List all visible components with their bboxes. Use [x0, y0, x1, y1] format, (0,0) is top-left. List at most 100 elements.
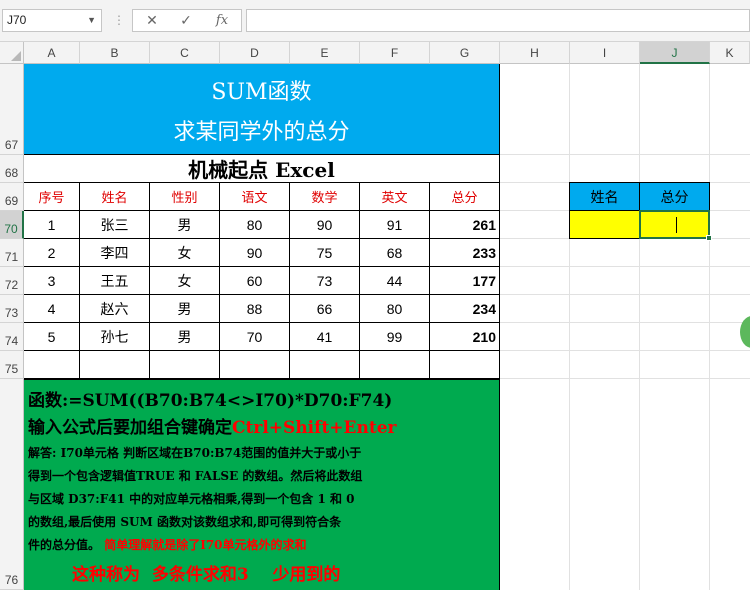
- table-cell[interactable]: 99: [360, 323, 430, 351]
- column-header-g[interactable]: G: [430, 42, 500, 64]
- table-header-name[interactable]: 姓名: [80, 183, 150, 211]
- table-cell[interactable]: [80, 351, 150, 379]
- table-cell[interactable]: 80: [220, 211, 290, 239]
- row-header-71[interactable]: 71: [0, 239, 24, 267]
- table-cell[interactable]: 91: [360, 211, 430, 239]
- table-cell[interactable]: [220, 351, 290, 379]
- explain-para-4: 的数组,最后使用 SUM 函数对该数组求和,即可得到符合条: [28, 515, 342, 529]
- table-cell[interactable]: 44: [360, 267, 430, 295]
- table-cell[interactable]: 2: [24, 239, 80, 267]
- column-header-c[interactable]: C: [150, 42, 220, 64]
- shortcut-line-text: 输入公式后要加组合键确定: [28, 418, 232, 438]
- table-header-gender[interactable]: 性别: [150, 183, 220, 211]
- table-cell[interactable]: 李四: [80, 239, 150, 267]
- table-cell[interactable]: 5: [24, 323, 80, 351]
- table-header-english[interactable]: 英文: [360, 183, 430, 211]
- table-cell[interactable]: 90: [290, 211, 360, 239]
- lookup-total-cell-active[interactable]: [639, 210, 710, 239]
- table-header-chinese[interactable]: 语文: [220, 183, 290, 211]
- explain-para-5: 件的总分值。 简单理解就是除了I70单元格外的求和: [28, 536, 307, 553]
- title-line-1: SUM函数: [211, 80, 312, 105]
- row-header-69[interactable]: 69: [0, 183, 24, 211]
- table-cell-total[interactable]: 261: [430, 211, 500, 239]
- insert-function-icon[interactable]: fx: [208, 9, 236, 32]
- table-cell[interactable]: 90: [220, 239, 290, 267]
- row-header-73[interactable]: 73: [0, 295, 24, 323]
- formula-input[interactable]: [246, 9, 750, 32]
- table-cell[interactable]: 70: [220, 323, 290, 351]
- table-header-total[interactable]: 总分: [430, 183, 500, 211]
- row-header-75[interactable]: 75: [0, 351, 24, 379]
- column-header-e[interactable]: E: [290, 42, 360, 64]
- table-cell[interactable]: 男: [150, 295, 220, 323]
- table-cell[interactable]: 赵六: [80, 295, 150, 323]
- floating-shape: [740, 316, 750, 348]
- explain-para-5-highlight: 简单理解就是除了I70单元格外的求和: [104, 538, 307, 552]
- column-header-i[interactable]: I: [570, 42, 640, 64]
- column-header-h[interactable]: H: [500, 42, 570, 64]
- column-header-b[interactable]: B: [80, 42, 150, 64]
- table-cell[interactable]: 男: [150, 323, 220, 351]
- row-header-67[interactable]: 67: [0, 64, 24, 155]
- explanation-panel: 函数:=SUM((B70:B74<>I70)*D70:F74) 输入公式后要加组…: [24, 379, 500, 590]
- table-cell-total[interactable]: 177: [430, 267, 500, 295]
- explain-para-1: 解答: I70单元格 判断区域在B70:B74范围的值并大于或小于: [28, 446, 362, 460]
- row-header-72[interactable]: 72: [0, 267, 24, 295]
- shortcut-keys: Ctrl+Shift+Enter: [232, 418, 397, 438]
- table-cell[interactable]: 王五: [80, 267, 150, 295]
- table-cell-total[interactable]: 233: [430, 239, 500, 267]
- shortcut-line: 输入公式后要加组合键确定Ctrl+Shift+Enter: [28, 413, 397, 438]
- fill-handle[interactable]: [706, 235, 712, 241]
- name-box[interactable]: J70 ▼: [2, 9, 102, 32]
- row-header-76[interactable]: 76: [0, 379, 24, 590]
- formula-line: 函数:=SUM((B70:B74<>I70)*D70:F74): [28, 391, 393, 411]
- table-header-math[interactable]: 数学: [290, 183, 360, 211]
- enter-icon[interactable]: ✓: [172, 9, 200, 32]
- table-cell[interactable]: 60: [220, 267, 290, 295]
- column-header-k[interactable]: K: [710, 42, 750, 64]
- table-cell[interactable]: 75: [290, 239, 360, 267]
- table-cell[interactable]: [290, 351, 360, 379]
- chevron-down-icon[interactable]: ▼: [87, 10, 96, 31]
- table-cell[interactable]: [430, 351, 500, 379]
- lookup-header-total[interactable]: 总分: [640, 183, 709, 210]
- column-header-f[interactable]: F: [360, 42, 430, 64]
- table-cell-total[interactable]: 234: [430, 295, 500, 323]
- table-cell[interactable]: 68: [360, 239, 430, 267]
- table-cell[interactable]: 41: [290, 323, 360, 351]
- table-cell[interactable]: [360, 351, 430, 379]
- cancel-icon[interactable]: ✕: [138, 9, 166, 32]
- table-cell[interactable]: 男: [150, 211, 220, 239]
- row-header-68[interactable]: 68: [0, 155, 24, 183]
- table-cell[interactable]: 73: [290, 267, 360, 295]
- title-banner: SUM函数 求某同学外的总分: [24, 64, 500, 155]
- explain-footer: 这种称为 多条件求和3 少用到的: [72, 565, 341, 585]
- table-cell[interactable]: 66: [290, 295, 360, 323]
- explain-para-2: 得到一个包含逻辑值TRUE 和 FALSE 的数组。然后将此数组: [28, 469, 363, 483]
- table-cell[interactable]: 80: [360, 295, 430, 323]
- table-cell[interactable]: [150, 351, 220, 379]
- table-cell[interactable]: 女: [150, 239, 220, 267]
- table-cell[interactable]: 孙七: [80, 323, 150, 351]
- column-header-d[interactable]: D: [220, 42, 290, 64]
- column-header-a[interactable]: A: [24, 42, 80, 64]
- select-all-corner[interactable]: [0, 42, 24, 64]
- table-cell[interactable]: 3: [24, 267, 80, 295]
- lookup-header-name[interactable]: 姓名: [570, 183, 639, 210]
- row-header-70[interactable]: 70: [0, 211, 24, 239]
- table-header-index[interactable]: 序号: [24, 183, 80, 211]
- table-cell[interactable]: 张三: [80, 211, 150, 239]
- table-cell[interactable]: 4: [24, 295, 80, 323]
- explain-para-5-text: 件的总分值。: [28, 538, 101, 552]
- table-cell[interactable]: [24, 351, 80, 379]
- more-options-icon: ⋮: [113, 13, 125, 27]
- title-line-2: 求某同学外的总分: [173, 120, 350, 145]
- table-cell[interactable]: 1: [24, 211, 80, 239]
- table-cell[interactable]: 女: [150, 267, 220, 295]
- lookup-name-input[interactable]: [569, 210, 640, 239]
- subtitle: 机械起点 Excel: [24, 155, 500, 183]
- table-cell-total[interactable]: 210: [430, 323, 500, 351]
- column-header-j[interactable]: J: [640, 42, 710, 64]
- table-cell[interactable]: 88: [220, 295, 290, 323]
- row-header-74[interactable]: 74: [0, 323, 24, 351]
